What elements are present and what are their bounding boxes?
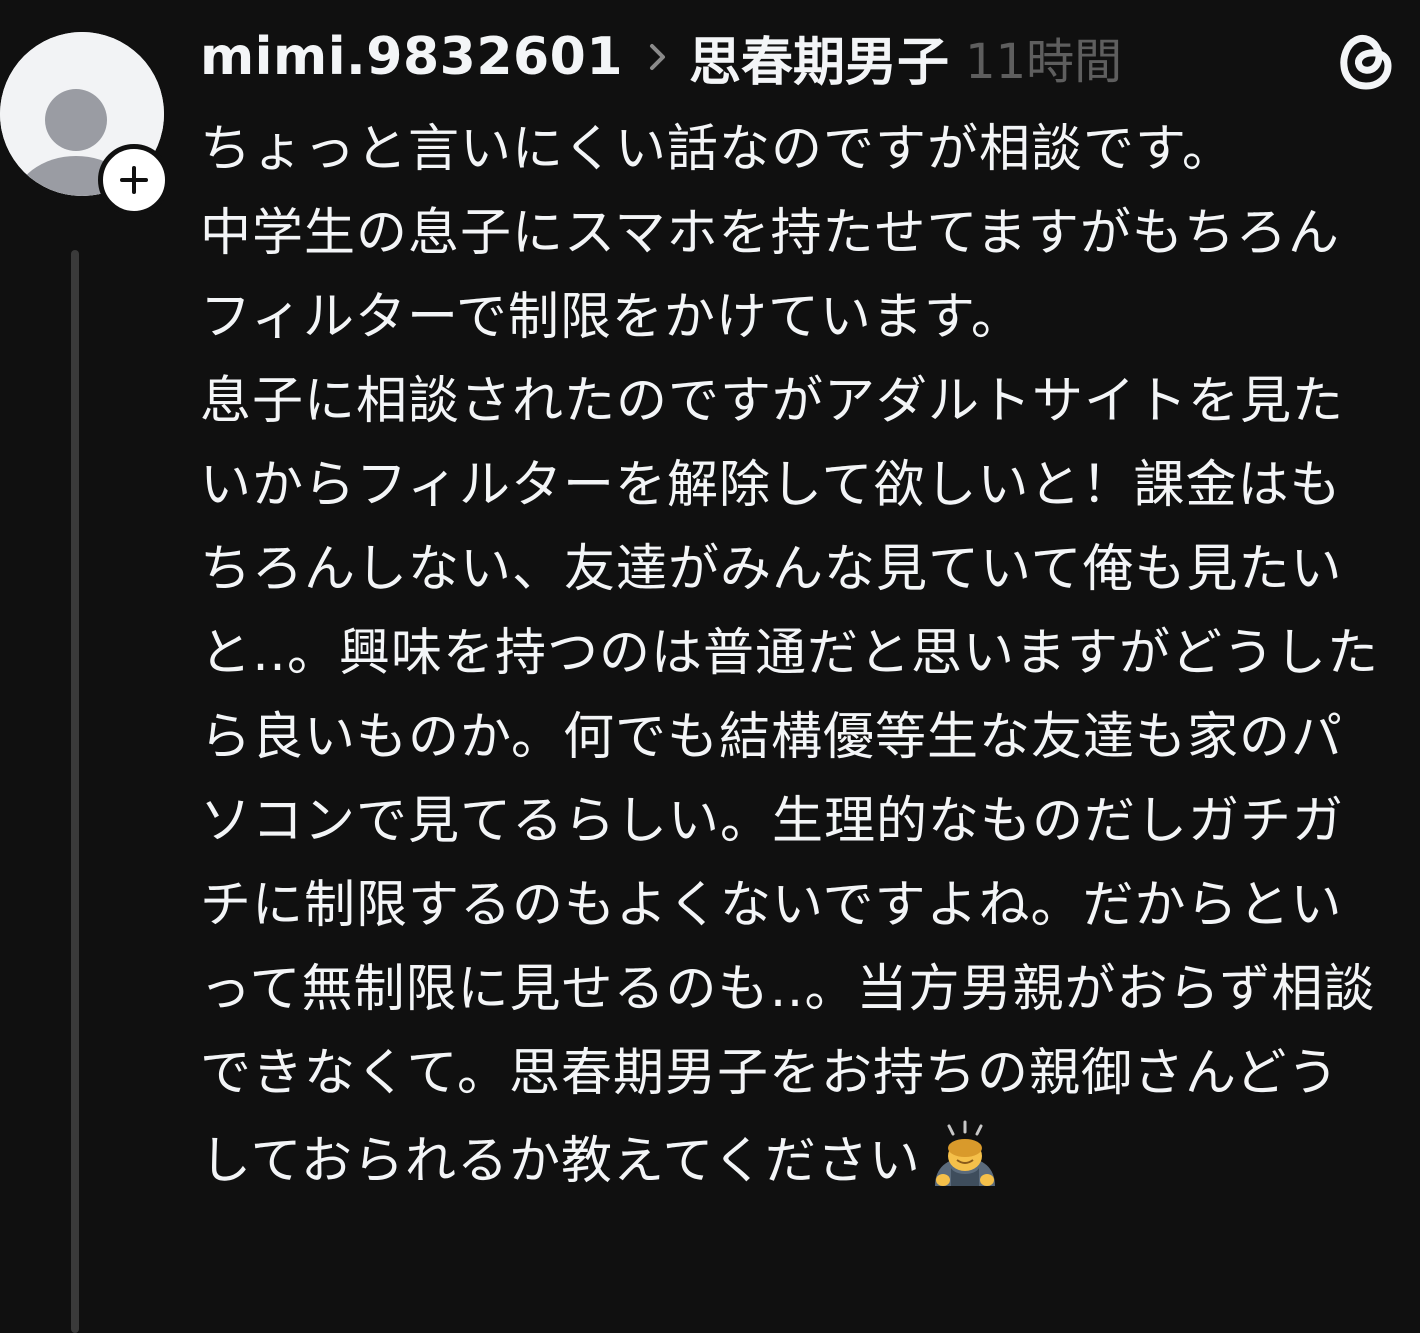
- post-timestamp: 11時間: [965, 34, 1123, 90]
- post-paragraph-text: 息子に相談されたのですがアダルトサイトを見たいからフィルターを解除して欲しいと！…: [200, 372, 1380, 1191]
- post-paragraph: 中学生の息子にスマホを持たせてますがもちろんフィルターで制限をかけています。: [200, 204, 1340, 347]
- post-paragraph: ちょっと言いにくい話なのですが相談です。: [200, 120, 1234, 179]
- avatar-container[interactable]: [0, 32, 170, 216]
- plus-icon: [120, 166, 148, 194]
- thread-line: [71, 250, 79, 1333]
- username-link[interactable]: mimi.9832601: [200, 27, 623, 87]
- post-header: mimi.9832601 思春期男子 11時間: [200, 24, 1123, 93]
- chevron-right-icon: [649, 42, 667, 72]
- bowing-person-emoji: [927, 1116, 1003, 1192]
- post-paragraph-last: 息子に相談されたのですがアダルトサイトを見たいからフィルターを解除して欲しいと！…: [200, 360, 1380, 1204]
- threads-logo-icon[interactable]: [1334, 28, 1398, 92]
- thread-post: mimi.9832601 思春期男子 11時間 ちょっと言いにくい話なのですが相…: [0, 0, 1420, 1333]
- topic-tag-link[interactable]: 思春期男子: [689, 20, 949, 95]
- post-body[interactable]: ちょっと言いにくい話なのですが相談です。 中学生の息子にスマホを持たせてますがも…: [200, 108, 1380, 1204]
- follow-button[interactable]: [98, 144, 170, 216]
